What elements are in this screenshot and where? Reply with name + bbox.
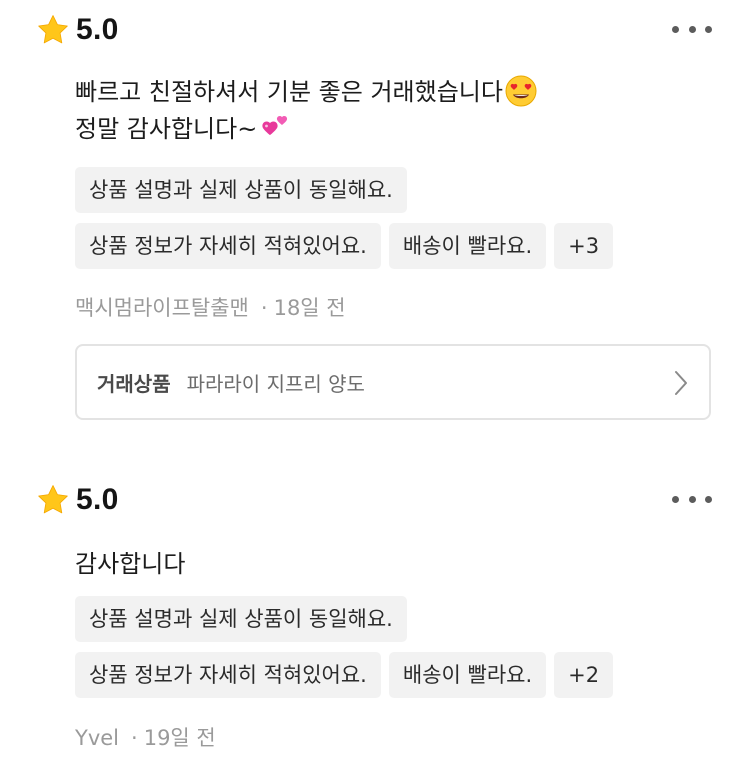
more-tags-button[interactable]: +3 [554,223,614,269]
review-text-content: 정말 감사합니다~ [75,115,258,143]
more-options-button[interactable] [672,490,712,508]
meta-separator: · [260,296,268,320]
star-icon [38,485,68,514]
more-dot [705,25,712,33]
review-meta: Yvel · 19일 전 [75,722,216,752]
more-options-button[interactable] [672,20,712,38]
review-meta: 맥시멈라이프탈출맨 · 18일 전 [75,292,346,322]
review-tag[interactable]: 상품 정보가 자세히 적혀있어요. [75,223,381,269]
review-tag[interactable]: 배송이 빨라요. [388,652,547,698]
review-time: 19일 전 [143,726,216,750]
rating-score: 5.0 [76,483,119,516]
more-dot [688,495,696,503]
review-tag[interactable]: 배송이 빨라요. [388,223,547,269]
rating-score: 5.0 [76,13,119,46]
rating: 5.0 [36,480,119,520]
tag-row: 상품 정보가 자세히 적혀있어요. 배송이 빨라요. +3 [75,223,614,269]
more-dots-icon [672,495,679,503]
two-hearts-emoji-icon [262,115,288,136]
review-time: 18일 전 [273,296,346,320]
review-text: 빠르고 친절하셔서 기분 좋은 거래했습니다 정말 감사합니다~ [75,74,537,148]
tag-row: 상품 설명과 실제 상품이 동일해요. [75,596,613,642]
tag-row: 상품 정보가 자세히 적혀있어요. 배송이 빨라요. +2 [75,652,614,698]
rating: 5.0 [36,10,119,50]
review-text-line: 정말 감사합니다~ [75,111,537,148]
review-text-line: 빠르고 친절하셔서 기분 좋은 거래했습니다 [75,74,537,111]
heart-eyes-emoji-icon [505,75,537,107]
review-text-line: 감사합니다 [75,550,186,578]
traded-product-link[interactable]: 거래상품 파라라이 지프리 양도 [75,344,711,420]
review-text: 감사합니다 [75,546,185,583]
review-tag[interactable]: 상품 설명과 실제 상품이 동일해요. [75,596,407,642]
review-tag[interactable]: 상품 설명과 실제 상품이 동일해요. [75,167,407,213]
more-dots-icon [672,25,679,33]
review-tag[interactable]: 상품 정보가 자세히 적혀있어요. [75,652,381,698]
chevron-right-icon [675,371,687,395]
tag-row: 상품 설명과 실제 상품이 동일해요. [75,167,613,213]
star-icon [38,15,68,44]
more-tags-button[interactable]: +2 [554,652,614,698]
more-dot [688,25,696,33]
more-dot [705,495,712,503]
traded-product-name: 파라라이 지프리 양도 [186,371,365,396]
author-name[interactable]: Yvel [75,726,119,750]
meta-separator: · [131,726,138,750]
review-tags: 상품 설명과 실제 상품이 동일해요. 상품 정보가 자세히 적혀있어요. 배송… [75,167,614,279]
review-tags: 상품 설명과 실제 상품이 동일해요. 상품 정보가 자세히 적혀있어요. 배송… [75,596,614,708]
review-text-content: 빠르고 친절하셔서 기분 좋은 거래했습니다 [75,78,503,106]
traded-product-label: 거래상품 [97,371,171,396]
author-name[interactable]: 맥시멈라이프탈출맨 [75,296,249,320]
